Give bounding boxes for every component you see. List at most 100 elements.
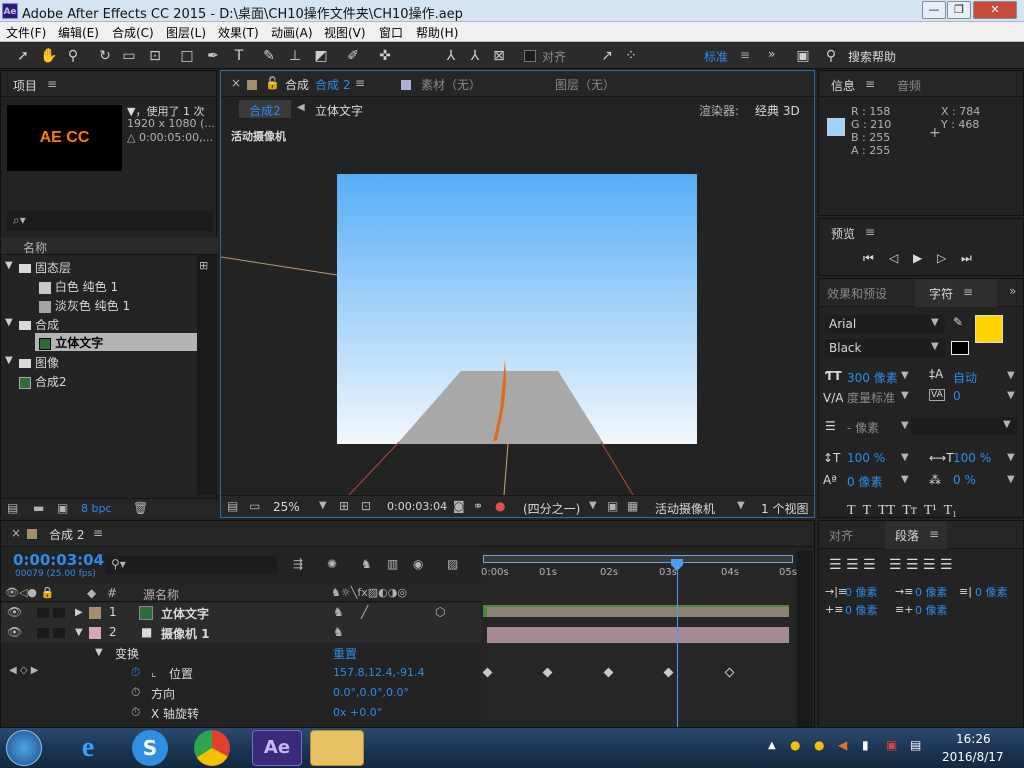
snap-checkbox[interactable] (524, 50, 536, 62)
shy-switch-icon[interactable]: ♞ (333, 605, 344, 619)
mask-visibility-icon[interactable]: ⊡ (361, 499, 371, 513)
source-name-column-header[interactable]: 源名称 (143, 586, 179, 603)
chevron-down-icon[interactable]: ▼ (901, 370, 909, 381)
more-workspaces-icon[interactable]: » (768, 47, 775, 61)
puppet-pin-tool-icon[interactable]: ✜ (376, 47, 394, 65)
chevron-down-icon[interactable]: ▼ (319, 500, 327, 511)
more-panels-icon[interactable]: » (1009, 284, 1016, 298)
property-row-orientation[interactable]: ⏱ 方向 0.0°,0.0°,0.0° (1, 683, 481, 703)
menu-file[interactable]: 文件(F) (6, 24, 46, 41)
tree-item-comps[interactable]: ▼ 合成 (1, 314, 197, 333)
motion-blur-icon[interactable]: ◉ (413, 557, 423, 571)
panel-menu-icon[interactable]: ≡ (47, 77, 57, 91)
camera-view-select[interactable]: 活动摄像机 (655, 500, 715, 517)
layer-row-1[interactable]: 👁 ▶ 1 立体文字 ♞ ╱ ⬡ (1, 603, 481, 623)
leading-value[interactable]: 自动 (953, 369, 977, 386)
viewer-canvas[interactable]: 活动摄像机 (221, 120, 814, 495)
layer-bar-2[interactable] (487, 627, 789, 643)
snap-options-icon[interactable]: ↗ (598, 47, 616, 65)
chevron-down-icon[interactable]: ▼ (901, 390, 909, 401)
sync-settings-icon[interactable]: ▣ (794, 47, 812, 65)
position-keyframe[interactable] (542, 667, 553, 678)
view-layout-select[interactable]: 1 个视图 (761, 500, 808, 517)
reset-link[interactable]: 重置 (333, 645, 357, 662)
work-area-bar[interactable] (483, 555, 793, 563)
stroke-type-select[interactable]: ▼ (911, 417, 1017, 435)
tab-audio[interactable]: 音频 (897, 77, 921, 94)
lock-icon[interactable]: 🔓 (265, 76, 280, 90)
breadcrumb-comp2[interactable]: 合成2 (249, 102, 281, 119)
visibility-eye-icon[interactable]: 👁 (7, 605, 22, 619)
chevron-down-icon[interactable]: ▼ (901, 420, 909, 431)
menu-animation[interactable]: 动画(A) (271, 24, 313, 41)
internet-explorer-icon[interactable]: e (70, 730, 106, 766)
minimize-button[interactable]: — (922, 1, 946, 19)
chevron-down-icon[interactable]: ▼ (901, 452, 909, 463)
baseline-shift-value[interactable]: 0 像素 (847, 473, 882, 490)
panel-menu-icon[interactable]: ≡ (929, 527, 939, 541)
quality-switch-icon[interactable]: ╱ (361, 605, 368, 619)
volume-icon[interactable]: ◀ (838, 738, 847, 752)
chevron-down-icon[interactable]: ▼ (1007, 474, 1015, 485)
first-line-indent-value[interactable]: 0 像素 (915, 584, 948, 600)
flowchart-icon[interactable]: ⊞ (199, 259, 208, 272)
roto-brush-tool-icon[interactable]: ✐ (344, 47, 362, 65)
search-help-input[interactable]: 搜索帮助 (848, 48, 896, 65)
layer-name[interactable]: 立体文字 (161, 605, 209, 622)
shy-layers-icon[interactable]: ♞ (361, 557, 372, 571)
show-hidden-icons-icon[interactable]: ▲ (768, 740, 776, 751)
breadcrumb-3d-text[interactable]: 立体文字 (315, 102, 363, 119)
renderer-value[interactable]: 经典 3D (755, 102, 800, 119)
layer-bar-1[interactable] (487, 607, 789, 617)
new-composition-icon[interactable]: ▣ (57, 501, 68, 515)
clone-stamp-tool-icon[interactable]: ⊥ (286, 47, 304, 65)
tab-info[interactable]: 信息 (831, 77, 855, 94)
position-keyframe[interactable] (603, 667, 614, 678)
menu-help[interactable]: 帮助(H) (416, 24, 458, 41)
chevron-down-icon[interactable]: ▼ (1007, 370, 1015, 381)
font-family-select[interactable]: Arial ▼ (825, 315, 945, 333)
pen-tool-icon[interactable]: ✒ (204, 47, 222, 65)
file-explorer-icon[interactable] (310, 730, 364, 766)
tree-item-gray-solid[interactable]: 淡灰色 纯色 1 (1, 295, 197, 314)
black-fill-icon[interactable] (951, 341, 969, 355)
name-column-header[interactable]: 名称 (23, 239, 47, 256)
rotate-tool-icon[interactable]: ↻ (96, 47, 114, 65)
menu-edit[interactable]: 编辑(E) (58, 24, 99, 41)
snap-feather-icon[interactable]: ⁘ (622, 47, 640, 65)
chevron-down-icon[interactable]: ▼ (1007, 452, 1015, 463)
tab-paragraph[interactable]: 段落 (895, 527, 919, 544)
shy-switch-icon[interactable]: ♞ (333, 625, 344, 639)
always-preview-icon[interactable]: ▤ (227, 499, 238, 513)
layer-row-2[interactable]: 👁 ▼ 2 ■ 摄像机 1 ♞ (1, 623, 481, 643)
delete-icon[interactable]: 🗑 (133, 501, 148, 515)
kerning-value[interactable]: 度量标准 (847, 389, 895, 406)
stopwatch-icon[interactable]: ⏱ (131, 665, 140, 680)
show-snapshot-icon[interactable]: ⚭ (473, 499, 483, 513)
camera-tool-icon[interactable]: ▭ (120, 47, 138, 65)
brush-tool-icon[interactable]: ✎ (260, 47, 278, 65)
property-value[interactable]: 157.8,12.4,-91.4 (333, 666, 424, 679)
after-effects-taskbar-icon[interactable]: Ae (252, 730, 302, 766)
panel-menu-icon[interactable]: ≡ (963, 285, 973, 299)
chevron-down-icon[interactable]: ▼ (1007, 390, 1015, 401)
frame-blending-icon[interactable]: ▥ (387, 557, 398, 571)
interpret-footage-icon[interactable]: ▤ (7, 501, 18, 515)
menu-layer[interactable]: 图层(L) (166, 24, 206, 41)
current-time-indicator[interactable] (677, 559, 678, 727)
project-search-field[interactable]: ⌕▾ (7, 211, 213, 231)
channel-icon[interactable]: ● (495, 499, 505, 513)
region-of-interest-icon[interactable]: ▣ (607, 499, 618, 513)
graph-editor-icon[interactable]: ▨ (447, 557, 458, 571)
indent-left-value[interactable]: 0 像素 (845, 584, 878, 600)
layer-color-label[interactable] (89, 607, 101, 619)
tsume-value[interactable]: 0 % (953, 473, 976, 487)
indent-right-value[interactable]: 0 像素 (975, 584, 1008, 600)
panel-menu-icon[interactable]: ≡ (865, 77, 875, 91)
menu-effect[interactable]: 效果(T) (218, 24, 259, 41)
hand-tool-icon[interactable]: ✋ (40, 47, 58, 65)
type-tool-icon[interactable]: T (230, 47, 248, 65)
tab-character[interactable]: 字符 (929, 285, 953, 302)
view-axis-icon[interactable]: ⊠ (490, 47, 508, 65)
close-button[interactable]: ✕ (973, 1, 1017, 19)
